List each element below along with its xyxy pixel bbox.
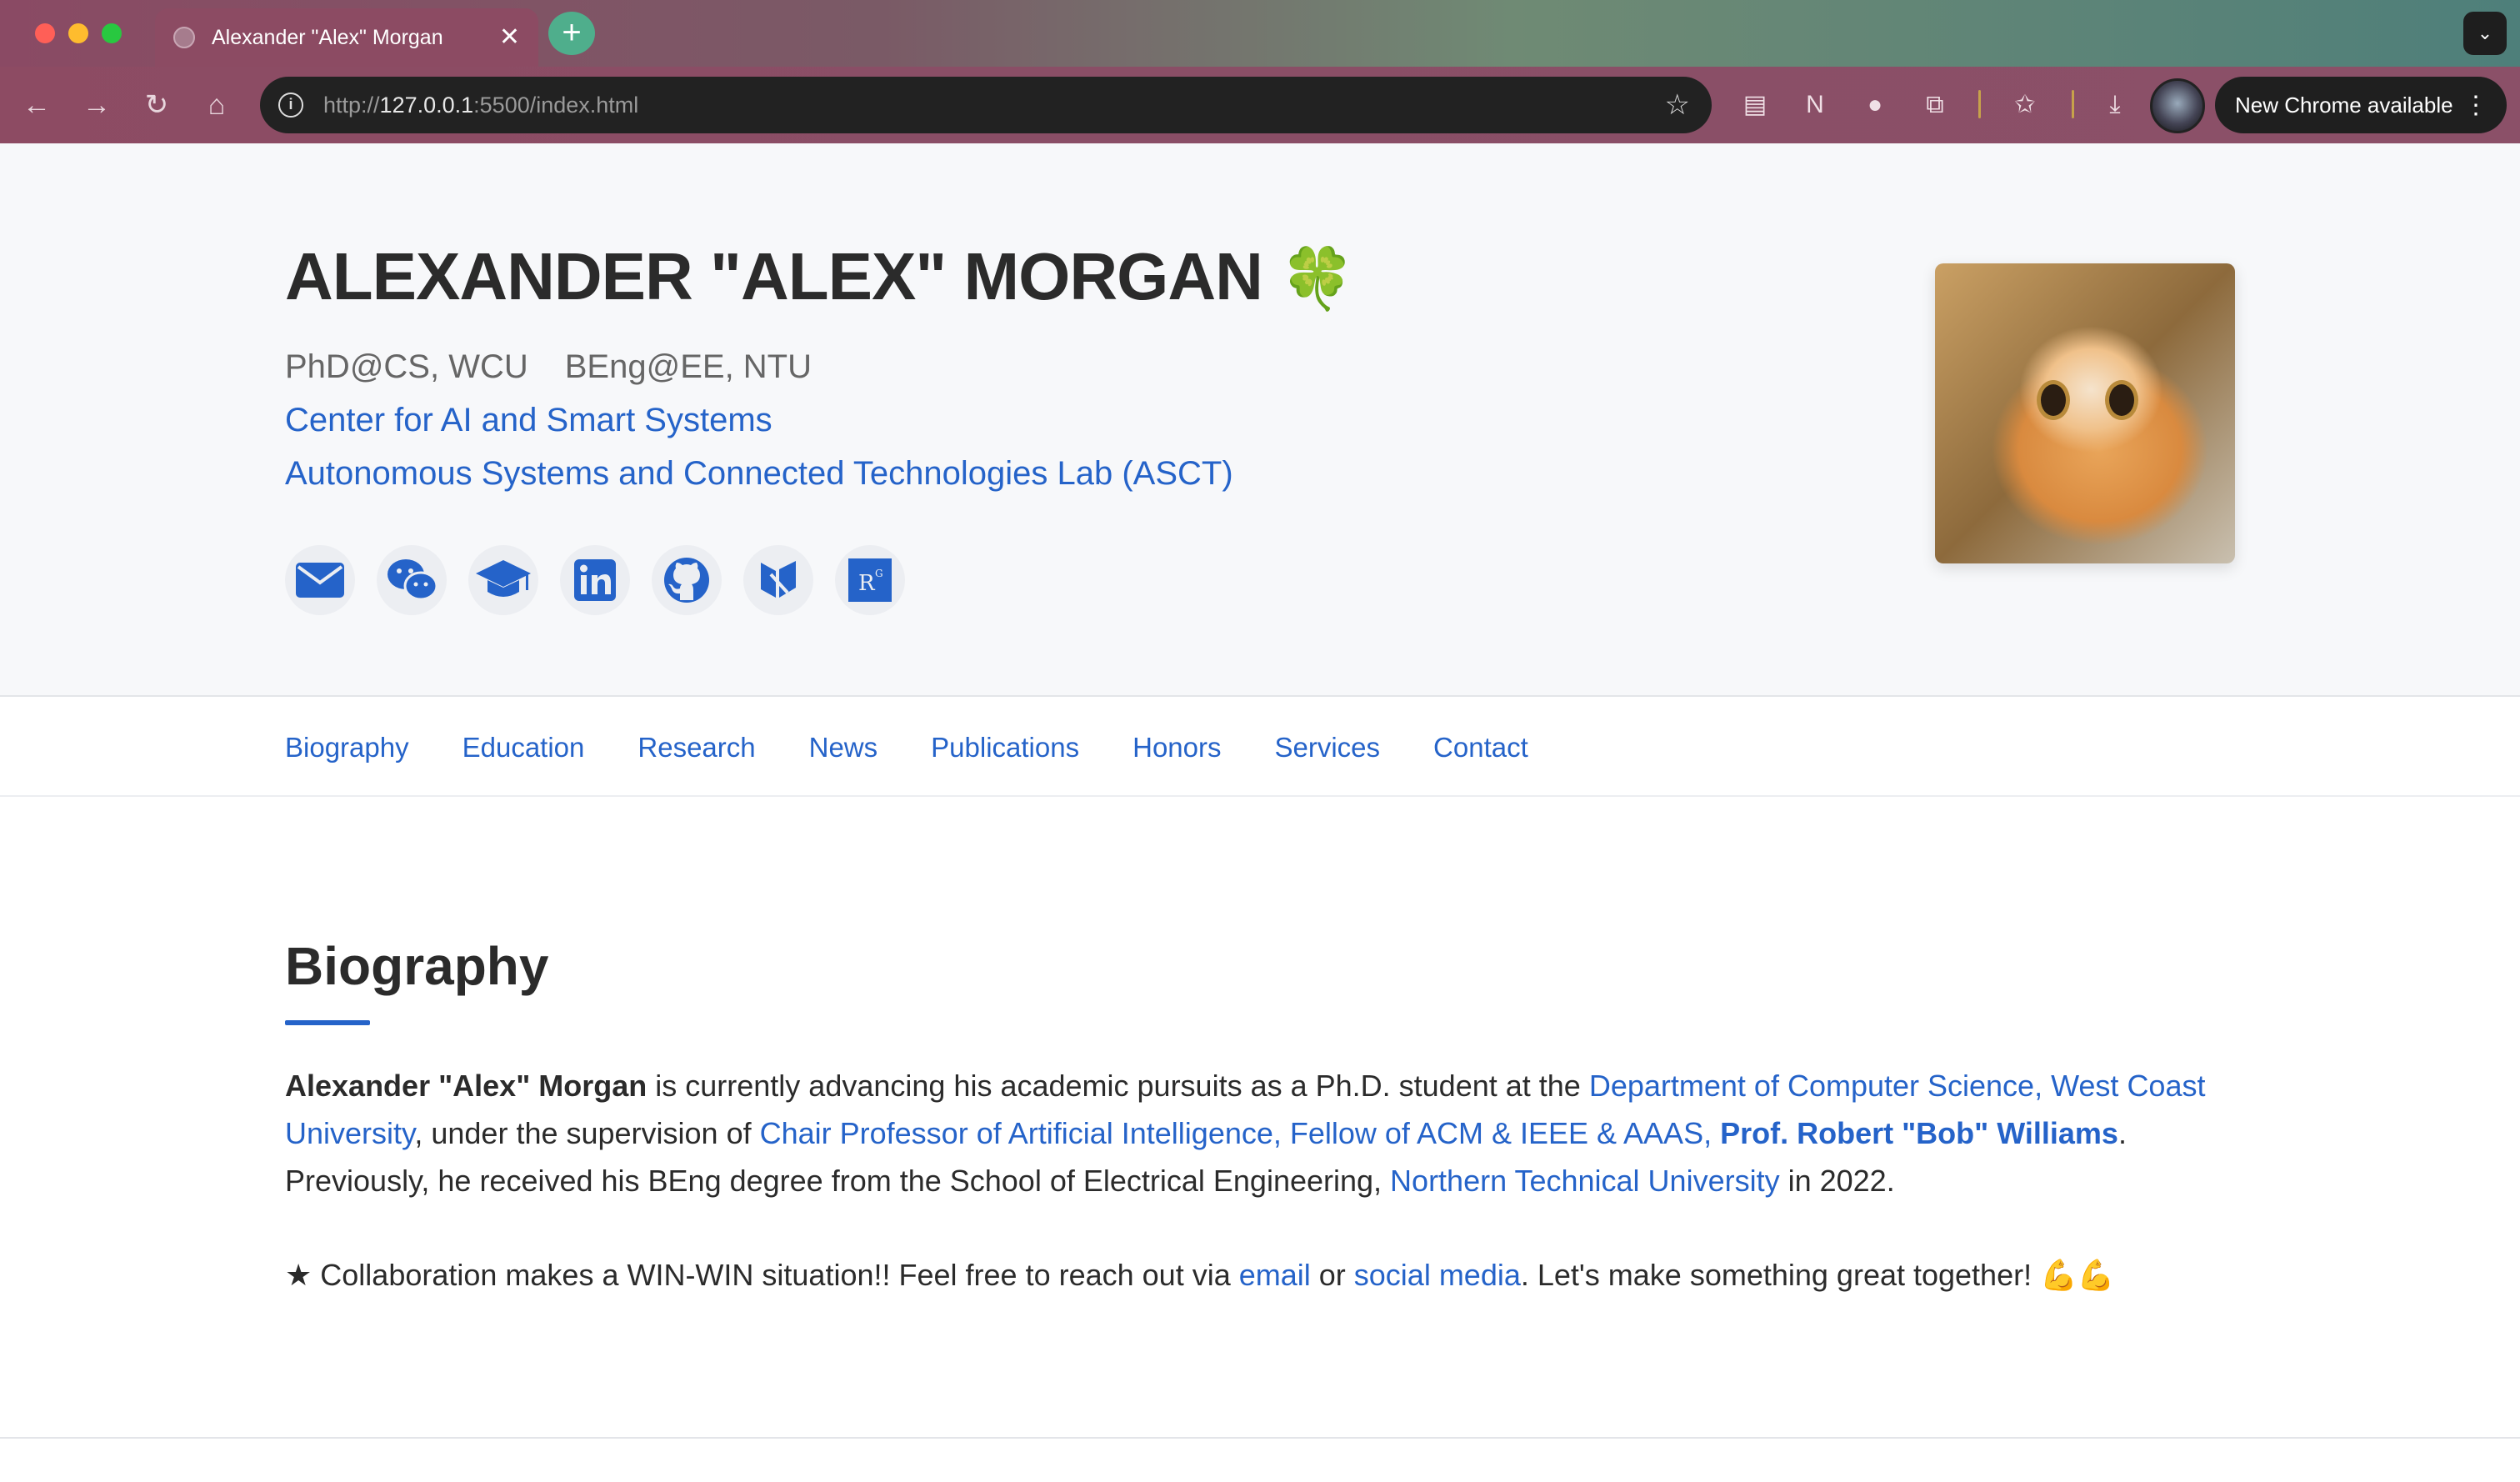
notion-extension-icon[interactable]: N	[1797, 87, 1833, 123]
page: ALEXANDER "ALEX" MORGAN 🍀 PhD@CS, WCU BEn…	[0, 143, 2520, 1482]
email-icon[interactable]	[285, 545, 355, 615]
browser-toolbar: ← → ↻ ⌂ i http://127.0.0.1:5500/index.ht…	[0, 67, 2520, 143]
cat-eye	[2037, 380, 2070, 420]
reload-icon[interactable]: ↻	[137, 85, 177, 125]
bio-text: , under the supervision of	[414, 1116, 760, 1150]
address-bar[interactable]: i http://127.0.0.1:5500/index.html ☆	[260, 77, 1712, 133]
linkedin-icon[interactable]	[560, 545, 630, 615]
degree-beng: BEng@EE, NTU	[564, 348, 812, 385]
email-link[interactable]: email	[1239, 1258, 1311, 1292]
svg-text:G: G	[875, 568, 883, 579]
collaboration-note: ★ Collaboration makes a WIN-WIN situatio…	[285, 1251, 2235, 1299]
collab-text: . Let's make something great together! 💪…	[1520, 1258, 2115, 1292]
nav-item-biography[interactable]: Biography	[285, 732, 409, 764]
advisor-name: Prof. Robert "Bob" Williams	[1720, 1116, 2118, 1150]
divider	[0, 1437, 2520, 1439]
social-media-link[interactable]: social media	[1354, 1258, 1521, 1292]
home-icon[interactable]: ⌂	[197, 85, 237, 125]
site-info-icon[interactable]: i	[278, 93, 303, 118]
advisor-link[interactable]: Chair Professor of Artificial Intelligen…	[760, 1116, 2118, 1150]
toolbar-separator	[1978, 90, 1981, 118]
nav-item-contact[interactable]: Contact	[1433, 732, 1528, 764]
heading-underline	[285, 1020, 370, 1025]
toolbar-separator	[2072, 90, 2074, 118]
bookmarks-star-icon[interactable]: ✩	[2007, 87, 2043, 123]
section-nav: Biography Education Research News Public…	[0, 697, 2520, 797]
robot-extension-icon[interactable]: ●	[1857, 87, 1893, 123]
clover-icon: 🍀	[1280, 246, 1355, 313]
bio-text: is currently advancing his academic purs…	[647, 1069, 1589, 1103]
page-title: ALEXANDER "ALEX" MORGAN 🍀	[285, 238, 1355, 315]
nav-item-education[interactable]: Education	[462, 732, 585, 764]
tab-title: Alexander "Alex" Morgan	[212, 25, 443, 49]
researchgate-icon[interactable]: RG	[835, 545, 905, 615]
bio-text: in 2022.	[1779, 1164, 1895, 1198]
name-text: ALEXANDER "ALEX" MORGAN	[285, 239, 1263, 313]
orcid-icon[interactable]	[743, 545, 813, 615]
browser-tab[interactable]: Alexander "Alex" Morgan ✕	[155, 8, 538, 67]
browser-chrome: Alexander "Alex" Morgan ✕ + ⌄ ← → ↻ ⌂ i …	[0, 0, 2520, 143]
social-links: RG	[285, 545, 905, 615]
url-text[interactable]: http://127.0.0.1:5500/index.html	[323, 93, 1665, 118]
degrees: PhD@CS, WCU BEng@EE, NTU	[285, 348, 812, 386]
new-chrome-available-button[interactable]: New Chrome available ⋮	[2215, 77, 2507, 133]
hero-section: ALEXANDER "ALEX" MORGAN 🍀 PhD@CS, WCU BEn…	[0, 143, 2520, 697]
biography-section: Biography Alexander "Alex" Morgan is cur…	[285, 935, 2235, 1299]
affiliation-center-link[interactable]: Center for AI and Smart Systems	[285, 402, 772, 439]
nav-item-services[interactable]: Services	[1275, 732, 1381, 764]
affiliation-lab-link[interactable]: Autonomous Systems and Connected Technol…	[285, 455, 1233, 493]
close-tab-icon[interactable]: ✕	[499, 25, 520, 50]
document-extension-icon[interactable]: ▤	[1737, 87, 1773, 123]
wechat-icon[interactable]	[377, 545, 447, 615]
collab-text: ★ Collaboration makes a WIN-WIN situatio…	[285, 1258, 1239, 1292]
close-window-button[interactable]	[35, 23, 55, 43]
biography-paragraph: Alexander "Alex" Morgan is currently adv…	[285, 1062, 2235, 1204]
cat-eye	[2105, 380, 2138, 420]
collab-text: or	[1310, 1258, 1354, 1292]
tab-search-button[interactable]: ⌄	[2463, 12, 2507, 55]
bookmark-star-icon[interactable]: ☆	[1665, 88, 1690, 122]
minimize-window-button[interactable]	[68, 23, 88, 43]
download-icon[interactable]: ⤓	[2097, 87, 2133, 123]
section-heading: Biography	[285, 936, 549, 996]
forward-icon[interactable]: →	[77, 85, 117, 125]
new-chrome-label: New Chrome available	[2235, 92, 2453, 118]
advisor-title: Chair Professor of Artificial Intelligen…	[759, 1116, 1721, 1150]
nav-item-publications[interactable]: Publications	[931, 732, 1079, 764]
svg-text:R: R	[858, 571, 876, 596]
back-icon[interactable]: ←	[17, 85, 57, 125]
nav-item-honors[interactable]: Honors	[1132, 732, 1221, 764]
tab-bar: Alexander "Alex" Morgan ✕ + ⌄	[0, 0, 2520, 67]
nav-item-news[interactable]: News	[809, 732, 878, 764]
bio-name: Alexander "Alex" Morgan	[285, 1069, 648, 1103]
github-icon[interactable]	[652, 545, 722, 615]
maximize-window-button[interactable]	[102, 23, 122, 43]
nav-item-research[interactable]: Research	[638, 732, 755, 764]
profile-avatar[interactable]	[2150, 78, 2205, 133]
globe-icon	[173, 27, 195, 48]
profile-photo	[1935, 263, 2235, 563]
degree-phd: PhD@CS, WCU	[285, 348, 528, 385]
new-tab-button[interactable]: +	[548, 12, 595, 55]
university-link[interactable]: Northern Technical University	[1390, 1164, 1780, 1198]
menu-dots-icon[interactable]: ⋮	[2463, 91, 2488, 120]
google-scholar-icon[interactable]	[468, 545, 538, 615]
puzzle-extensions-icon[interactable]: ⧉	[1917, 87, 1953, 123]
